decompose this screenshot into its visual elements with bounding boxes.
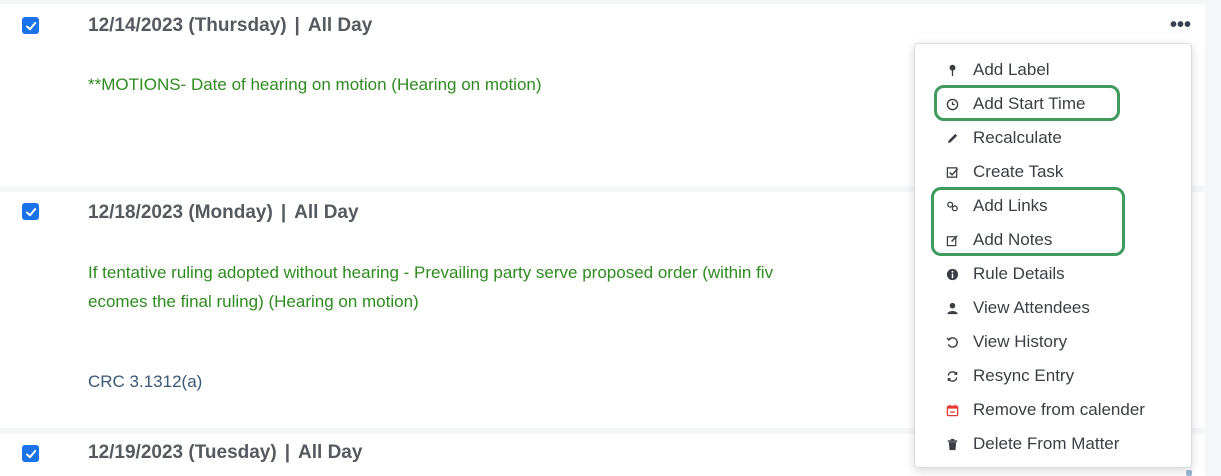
menu-item-view-attendees[interactable]: View Attendees	[915, 291, 1191, 325]
menu-item-label: Recalculate	[973, 128, 1062, 147]
check-square-icon	[945, 165, 959, 179]
event-text-line: **MOTIONS- Date of hearing on motion (He…	[88, 75, 542, 94]
menu-item-label: Resync Entry	[973, 366, 1075, 385]
event-text-line: ecomes the final ruling) (Hearing on mot…	[88, 292, 419, 311]
checkmark-icon	[25, 207, 36, 216]
calendar-remove-icon	[945, 403, 959, 417]
event-text-line: If tentative ruling adopted without hear…	[88, 263, 774, 282]
menu-item-rule-details[interactable]: Rule Details	[915, 257, 1191, 291]
menu-item-resync-entry[interactable]: Resync Entry	[915, 359, 1191, 393]
menu-item-remove-from-calender[interactable]: Remove from calender	[915, 393, 1191, 427]
date-separator: |	[294, 15, 300, 36]
pin-icon	[945, 63, 959, 77]
date-separator: |	[280, 202, 287, 223]
highlight-box	[934, 85, 1120, 121]
entry-date: 12/18/2023 (Monday)	[88, 202, 273, 223]
entry-time: All Day	[307, 15, 373, 36]
menu-item-label: View History	[973, 332, 1068, 351]
trash-icon	[945, 437, 959, 451]
menu-item-label: View Attendees	[973, 298, 1090, 317]
menu-item-recalculate[interactable]: Recalculate	[915, 121, 1191, 155]
menu-item-label: Add Label	[973, 60, 1050, 79]
entry-checkbox[interactable]	[22, 445, 39, 462]
history-icon	[945, 335, 959, 349]
pencil-icon	[945, 131, 959, 145]
calendar-entries-page: 12/14/2023 (Thursday) | All Day **MOTIONS-…	[0, 0, 1221, 476]
info-icon	[945, 267, 959, 281]
obscured-button-edge	[1186, 470, 1192, 476]
entry-checkbox[interactable]	[22, 17, 39, 34]
checkmark-icon	[25, 449, 36, 458]
more-options-button[interactable]: •••	[1170, 15, 1191, 35]
menu-item-label: Delete From Matter	[973, 434, 1120, 453]
menu-item-label: Remove from calender	[973, 400, 1145, 419]
user-icon	[945, 301, 959, 315]
refresh-icon	[945, 369, 959, 383]
menu-item-create-task[interactable]: Create Task	[915, 155, 1191, 189]
menu-item-label: Rule Details	[973, 264, 1065, 283]
menu-item-add-label[interactable]: Add Label	[915, 53, 1191, 87]
entry-date: 12/19/2023 (Tuesday)	[88, 442, 277, 463]
entry-date: 12/14/2023 (Thursday)	[88, 15, 287, 36]
date-separator: |	[284, 442, 291, 463]
entry-time: All Day	[294, 202, 359, 223]
entry-date-line: 12/19/2023 (Tuesday) | All Day	[88, 442, 362, 464]
entry-date-line: 12/14/2023 (Thursday) | All Day	[88, 15, 372, 37]
entry-checkbox[interactable]	[22, 203, 39, 220]
entry-event-text: **MOTIONS- Date of hearing on motion (He…	[88, 70, 542, 99]
checkmark-icon	[25, 21, 36, 30]
menu-item-delete-from-matter[interactable]: Delete From Matter	[915, 427, 1191, 461]
entry-date-line: 12/18/2023 (Monday) | All Day	[88, 202, 359, 224]
menu-item-view-history[interactable]: View History	[915, 325, 1191, 359]
highlight-box	[931, 187, 1125, 256]
entry-time: All Day	[298, 442, 363, 463]
rule-reference[interactable]: CRC 3.1312(a)	[88, 372, 202, 392]
entry-event-text: If tentative ruling adopted without hear…	[88, 258, 773, 316]
menu-item-label: Create Task	[973, 162, 1064, 181]
